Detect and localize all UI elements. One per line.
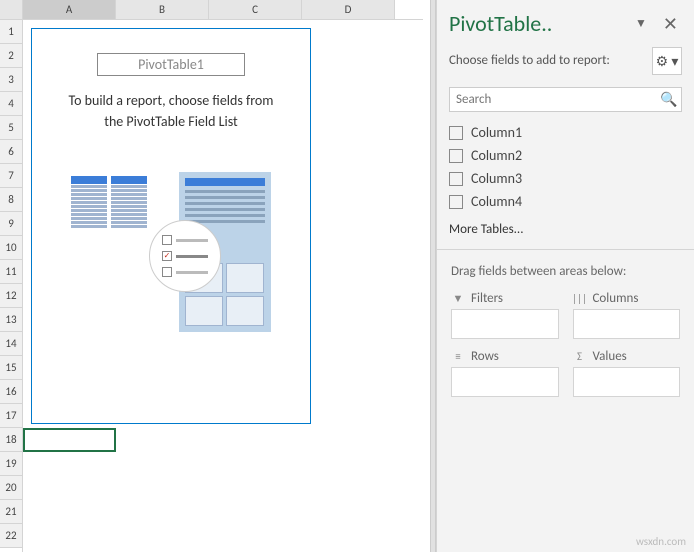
column-header[interactable]: A <box>23 0 116 19</box>
row-header[interactable]: 8 <box>0 188 22 212</box>
field-search[interactable]: 🔍 <box>449 87 682 112</box>
row-header[interactable]: 4 <box>0 92 22 116</box>
pivottable-graphic: ✓ <box>71 172 271 332</box>
field-label: Column4 <box>471 193 522 210</box>
field-item[interactable]: Column4 <box>449 193 682 210</box>
rows-area[interactable]: ≡ Rows <box>451 349 559 397</box>
columns-icon: ||| <box>573 292 587 306</box>
column-headers: A B C D <box>23 0 423 20</box>
field-label: Column2 <box>471 147 522 164</box>
checkbox-icon[interactable] <box>449 149 463 163</box>
worksheet-area: 1 2 3 4 5 6 7 8 9 10 11 12 13 14 15 16 1… <box>0 0 430 552</box>
areas-header: Drag fields between areas below: <box>437 254 694 283</box>
grid-columns: A B C D PivotTable1 To build a report, c… <box>23 0 423 552</box>
column-header[interactable]: B <box>116 0 209 19</box>
row-headers: 1 2 3 4 5 6 7 8 9 10 11 12 13 14 15 16 1… <box>0 0 23 552</box>
row-header[interactable]: 2 <box>0 44 22 68</box>
columns-dropzone[interactable] <box>573 309 681 339</box>
values-area[interactable]: Σ Values <box>573 349 681 397</box>
filters-area[interactable]: ▼ Filters <box>451 291 559 339</box>
row-header[interactable]: 18 <box>0 428 22 452</box>
row-header[interactable]: 5 <box>0 116 22 140</box>
pane-description: Choose fields to add to report: <box>449 52 652 70</box>
row-header[interactable]: 9 <box>0 212 22 236</box>
column-header[interactable]: D <box>302 0 395 19</box>
filters-dropzone[interactable] <box>451 309 559 339</box>
column-header[interactable]: C <box>209 0 302 19</box>
cell-grid[interactable]: PivotTable1 To build a report, choose fi… <box>23 20 423 550</box>
row-header[interactable]: 11 <box>0 260 22 284</box>
drop-areas: ▼ Filters ||| Columns ≡ Rows Σ Values <box>437 283 694 405</box>
values-icon: Σ <box>573 350 587 364</box>
row-header[interactable]: 16 <box>0 380 22 404</box>
row-header[interactable]: 12 <box>0 284 22 308</box>
watermark: wsxdn.com <box>636 535 686 548</box>
pivottable-hint-line2: the PivotTable Field List <box>96 111 245 132</box>
gear-icon[interactable]: ⚙ ▾ <box>652 47 682 75</box>
pivottable-fields-pane: PivotTable.. ▼ ✕ Choose fields to add to… <box>436 0 694 552</box>
row-header[interactable]: 20 <box>0 476 22 500</box>
pane-description-row: Choose fields to add to report: ⚙ ▾ <box>437 43 694 79</box>
graphic-source-tables <box>71 176 147 332</box>
row-header[interactable]: 6 <box>0 140 22 164</box>
search-icon[interactable]: 🔍 <box>657 88 681 111</box>
area-label: Values <box>593 349 627 364</box>
row-header[interactable]: 13 <box>0 308 22 332</box>
columns-area[interactable]: ||| Columns <box>573 291 681 339</box>
field-label: Column1 <box>471 124 522 141</box>
graphic-field-checklist: ✓ <box>149 220 221 292</box>
pane-header: PivotTable.. ▼ ✕ <box>437 0 694 43</box>
checkbox-icon[interactable] <box>449 195 463 209</box>
row-header[interactable]: 15 <box>0 356 22 380</box>
filter-icon: ▼ <box>451 292 465 306</box>
row-header[interactable]: 19 <box>0 452 22 476</box>
row-header[interactable]: 1 <box>0 20 22 44</box>
pane-title: PivotTable.. <box>449 10 631 37</box>
field-label: Column3 <box>471 170 522 187</box>
values-dropzone[interactable] <box>573 367 681 397</box>
area-label: Rows <box>471 349 499 364</box>
select-all-corner[interactable] <box>0 0 22 20</box>
row-header[interactable]: 22 <box>0 524 22 548</box>
close-icon[interactable]: ✕ <box>659 13 682 35</box>
area-label: Columns <box>593 291 639 306</box>
area-label: Filters <box>471 291 503 306</box>
pivottable-hint-line1: To build a report, choose fields from <box>60 90 281 111</box>
separator <box>437 249 694 250</box>
row-header[interactable]: 14 <box>0 332 22 356</box>
pivottable-name-box: PivotTable1 <box>97 53 245 76</box>
field-list: Column1 Column2 Column3 Column4 <box>437 120 694 218</box>
more-tables-link[interactable]: More Tables... <box>437 218 694 249</box>
pivottable-placeholder[interactable]: PivotTable1 To build a report, choose fi… <box>31 28 311 424</box>
checkbox-icon[interactable] <box>449 126 463 140</box>
row-header[interactable]: 3 <box>0 68 22 92</box>
active-cell-selection[interactable] <box>23 428 116 452</box>
pane-dropdown-icon[interactable]: ▼ <box>631 16 651 31</box>
field-item[interactable]: Column1 <box>449 124 682 141</box>
field-item[interactable]: Column3 <box>449 170 682 187</box>
checkbox-icon[interactable] <box>449 172 463 186</box>
row-header[interactable]: 7 <box>0 164 22 188</box>
row-header[interactable]: 21 <box>0 500 22 524</box>
rows-dropzone[interactable] <box>451 367 559 397</box>
field-item[interactable]: Column2 <box>449 147 682 164</box>
search-input[interactable] <box>450 88 657 111</box>
row-header[interactable]: 10 <box>0 236 22 260</box>
rows-icon: ≡ <box>451 350 465 364</box>
row-header[interactable]: 17 <box>0 404 22 428</box>
